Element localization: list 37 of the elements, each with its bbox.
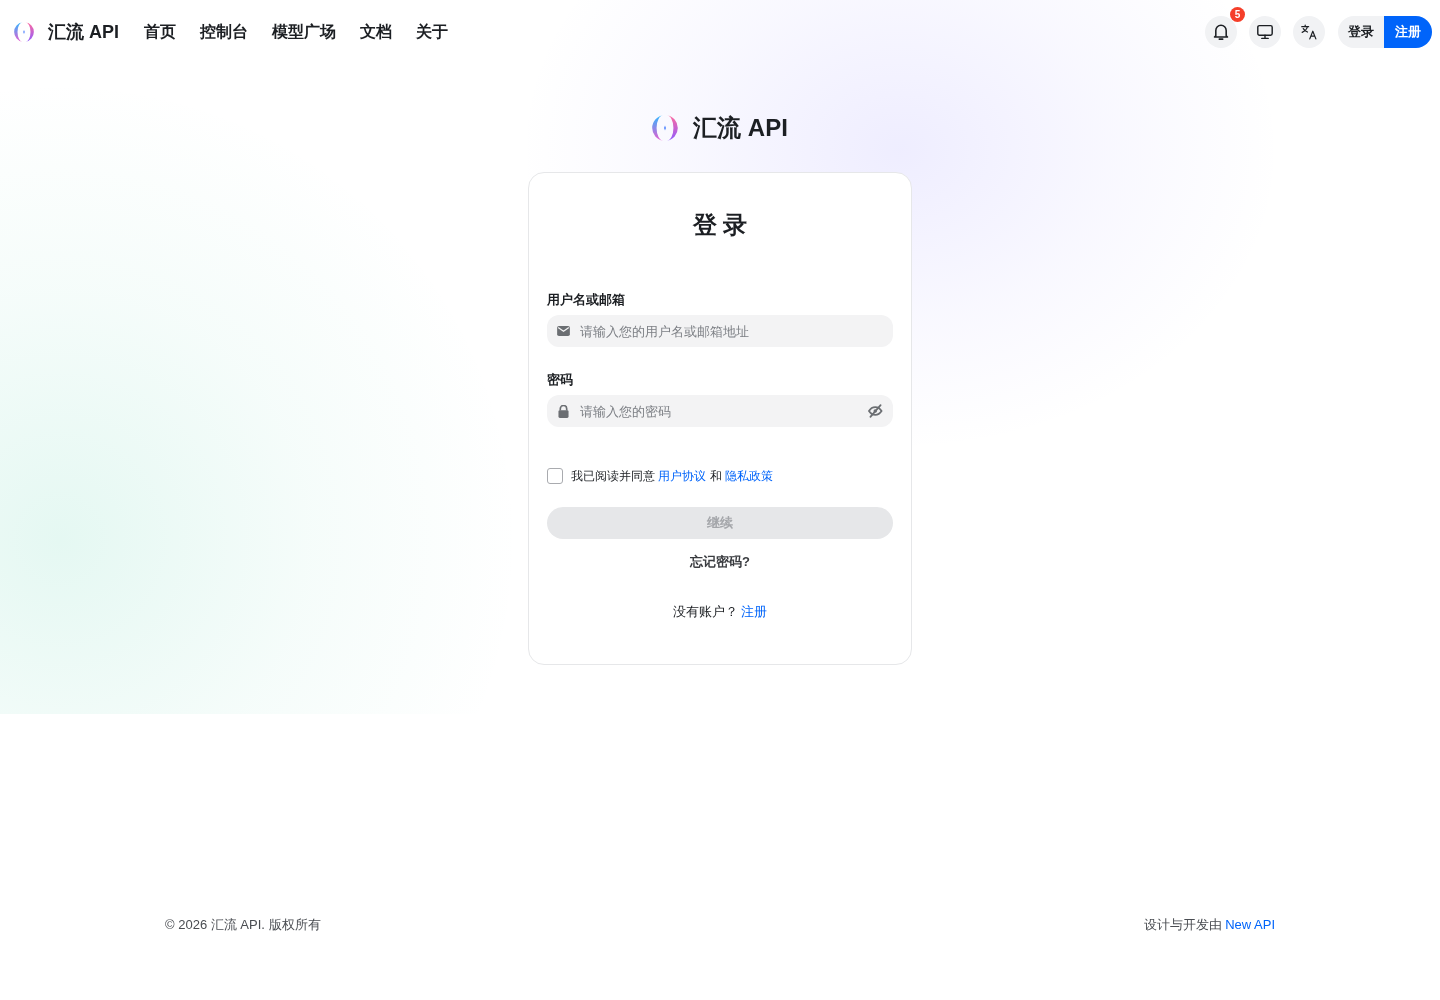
login-title: 登 录 (691, 210, 749, 240)
credit-link[interactable]: New API (1225, 917, 1275, 932)
username-field[interactable]: 请输入您的用户名或邮箱地址 (547, 315, 893, 347)
register-button[interactable]: 注册 (1384, 16, 1432, 48)
terms-link[interactable]: 用户协议 (658, 469, 707, 483)
agreement-checkbox[interactable] (547, 468, 563, 484)
credit-text: 设计与开发由 New API (1143, 916, 1275, 934)
password-field[interactable]: 请输入您的密码 (547, 395, 893, 427)
field-label: 密码 (547, 371, 574, 389)
field-label: 用户名或邮箱 (547, 291, 626, 309)
signup-link[interactable]: 注册 (741, 604, 768, 619)
copyright-text: © 2026 汇流 API. 版权所有 (165, 916, 321, 934)
display-button[interactable] (1249, 16, 1281, 48)
nav-link[interactable]: 首页 (144, 21, 176, 43)
envelope-icon (557, 326, 570, 336)
eye-off-icon (868, 404, 883, 418)
brand-name[interactable]: 汇流 API (48, 20, 119, 44)
monitor-icon (1257, 24, 1273, 40)
signup-prompt: 没有账户？ 注册 (672, 603, 768, 621)
nav-link[interactable]: 关于 (416, 21, 448, 43)
language-button[interactable] (1293, 16, 1325, 48)
privacy-link[interactable]: 隐私政策 (725, 469, 773, 483)
logo-icon (14, 22, 34, 42)
brand-title: 汇流 API (693, 113, 788, 143)
forgot-password-link[interactable]: 忘记密码? (690, 552, 750, 572)
translate-icon (1301, 24, 1317, 40)
bell-icon (1213, 24, 1229, 40)
show-password-button[interactable] (868, 404, 883, 418)
nav-link[interactable]: 控制台 (200, 21, 248, 43)
notifications-button[interactable] (1205, 16, 1237, 48)
nav-link[interactable]: 模型广场 (272, 21, 336, 43)
login-button[interactable]: 登录 (1338, 16, 1384, 48)
notification-count: 5 (1230, 7, 1245, 22)
logo-icon (652, 115, 679, 141)
lock-icon (558, 405, 569, 418)
nav-link[interactable]: 文档 (360, 21, 392, 43)
agreement-text: 我已阅读并同意 用户协议 和 隐私政策 (571, 468, 773, 485)
